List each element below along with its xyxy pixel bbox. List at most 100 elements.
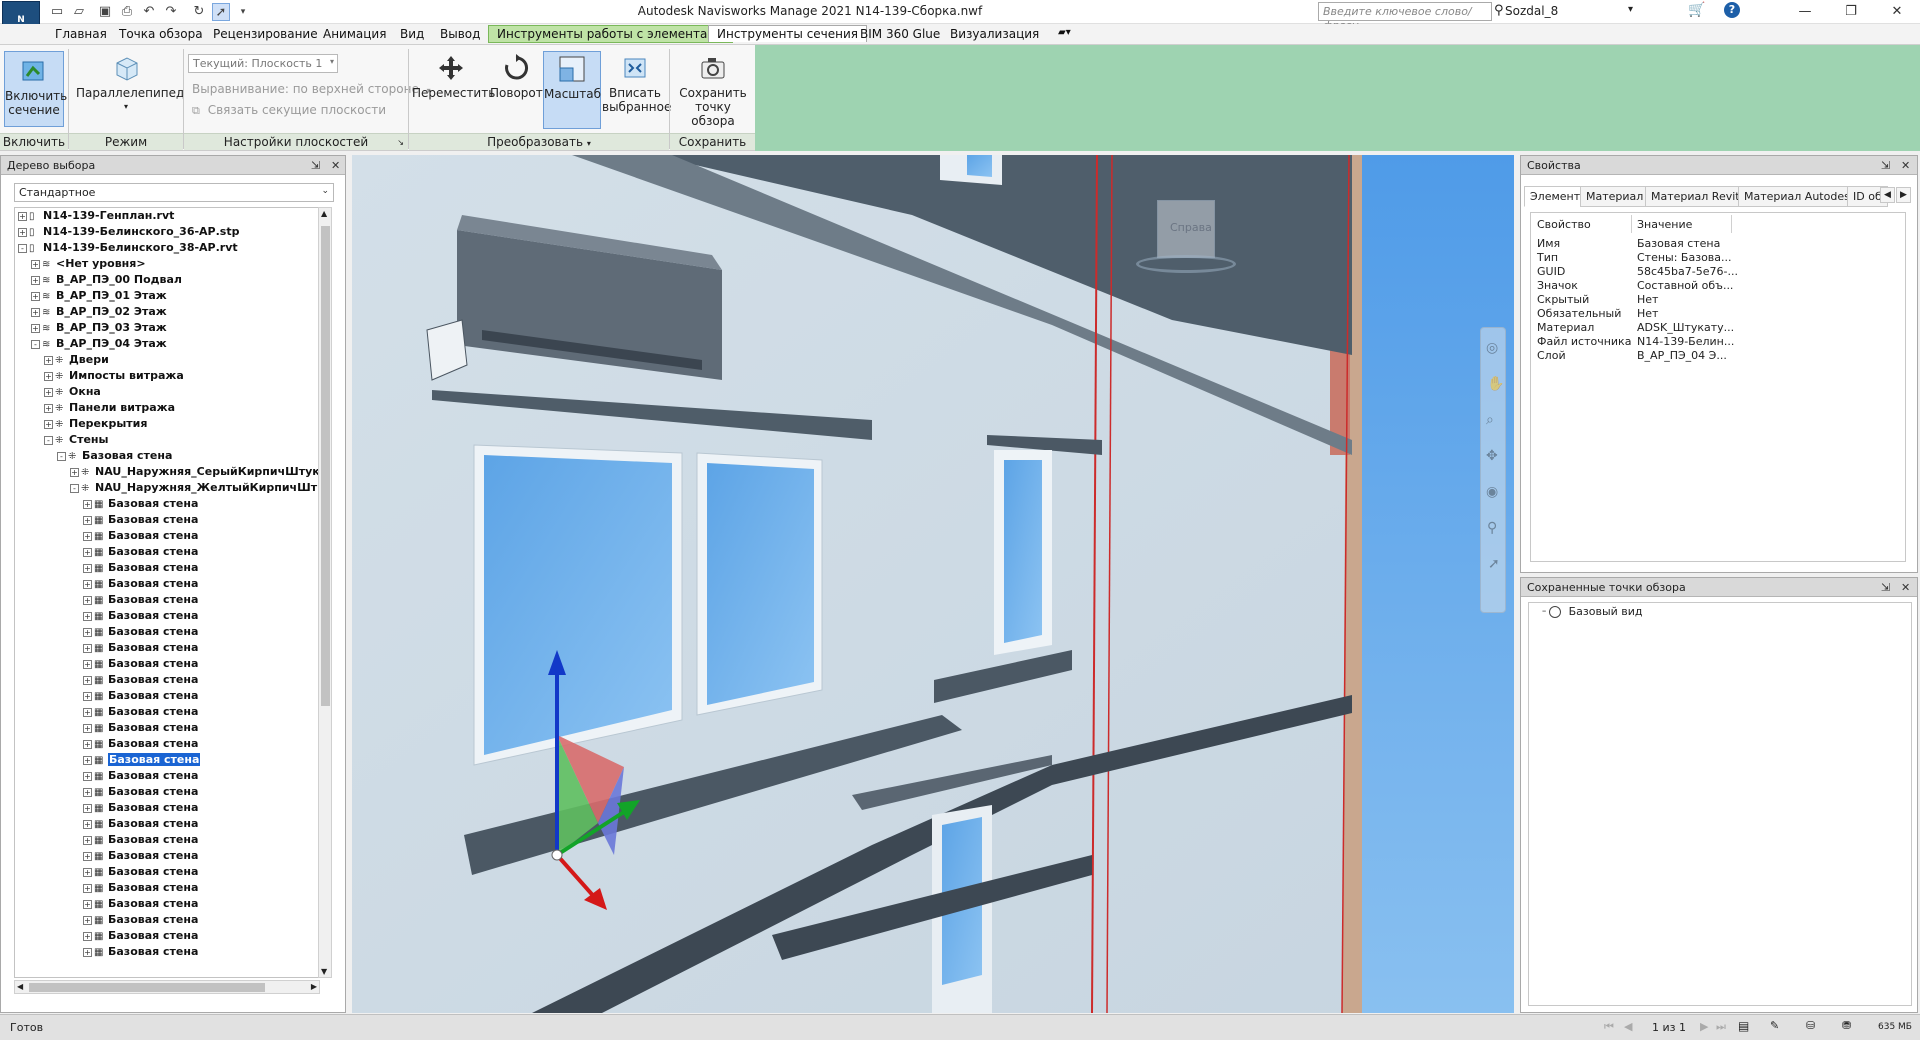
scroll-down-icon[interactable]: ▼ bbox=[321, 967, 327, 976]
cart-icon[interactable]: 🛒 bbox=[1688, 2, 1705, 18]
tree-vertical-scrollbar[interactable]: ▲ ▼ bbox=[318, 207, 332, 978]
minimize-button[interactable]: — bbox=[1782, 0, 1828, 24]
enable-section-button[interactable]: Включить сечение bbox=[4, 51, 67, 127]
expand-toggle-icon[interactable]: + bbox=[83, 787, 92, 797]
scroll-right-icon[interactable]: ▶ bbox=[311, 982, 317, 991]
pin-icon[interactable]: ⇲ bbox=[1881, 156, 1890, 175]
tree-item[interactable]: + ▦ Базовая стена bbox=[15, 928, 319, 944]
tree-item[interactable]: - ▯ N14-139-Белинского_38-АР.rvt bbox=[15, 240, 319, 256]
link-planes-button[interactable]: ⧉ Связать секущие плоскости bbox=[192, 103, 386, 118]
expand-toggle-icon[interactable]: + bbox=[83, 659, 92, 669]
scale-button[interactable]: Масштаб bbox=[543, 51, 601, 129]
collapse-toggle-icon[interactable]: - bbox=[18, 243, 27, 253]
tree-item[interactable]: + ▦ Базовая стена bbox=[15, 608, 319, 624]
3d-viewport[interactable]: Справа ◎ ✋ ⌕ ✥ ◉ ⚲ ➚ bbox=[352, 155, 1514, 1013]
expand-toggle-icon[interactable]: + bbox=[83, 851, 92, 861]
expand-toggle-icon[interactable]: + bbox=[83, 835, 92, 845]
tree-item[interactable]: - ⁜ Базовая стена bbox=[15, 448, 319, 464]
expand-toggle-icon[interactable]: + bbox=[83, 883, 92, 893]
tree-item[interactable]: + ▦ Базовая стена bbox=[15, 688, 319, 704]
video-icon[interactable]: ▰▾ bbox=[1058, 27, 1071, 38]
undo-icon[interactable]: ↶ bbox=[140, 3, 158, 21]
tree-item[interactable]: + ≋ B_АР_ПЭ_00 Подвал bbox=[15, 272, 319, 288]
tree-item[interactable]: + ▦ Базовая стена bbox=[15, 752, 319, 768]
redo-icon[interactable]: ↷ bbox=[162, 3, 180, 21]
expand-toggle-icon[interactable]: + bbox=[83, 915, 92, 925]
tree-horizontal-thumb[interactable] bbox=[29, 983, 265, 992]
tree-item[interactable]: + ▦ Базовая стена bbox=[15, 784, 319, 800]
selection-tree[interactable]: + ▯ N14-139-Генплан.rvt + ▯ N14-139-Белинског… bbox=[14, 207, 320, 978]
box-mode-button[interactable]: Параллелепипед ▾ bbox=[76, 53, 184, 127]
tree-item[interactable]: + ⁜ Панели витража bbox=[15, 400, 319, 416]
tree-item[interactable]: + ▦ Базовая стена bbox=[15, 832, 319, 848]
tree-item[interactable]: + ▦ Базовая стена bbox=[15, 896, 319, 912]
alignment-select[interactable]: Выравнивание: по верхней стороне ▾ bbox=[192, 82, 431, 96]
move-button[interactable]: Переместить bbox=[412, 53, 495, 127]
fit-selection-button[interactable]: Вписать выбранное bbox=[602, 53, 671, 127]
help-icon[interactable]: ? bbox=[1724, 2, 1740, 18]
expand-toggle-icon[interactable]: + bbox=[83, 563, 92, 573]
last-page-icon[interactable]: ⏭ bbox=[1716, 1020, 1726, 1034]
sheet-browser-icon[interactable]: ▤ bbox=[1738, 1019, 1749, 1033]
collapse-toggle-icon[interactable]: - bbox=[57, 451, 66, 461]
expand-toggle-icon[interactable]: + bbox=[83, 611, 92, 621]
tree-item[interactable]: + ▦ Базовая стена bbox=[15, 640, 319, 656]
current-plane-select[interactable]: Текущий: Плоскость 1 ▾ bbox=[188, 54, 338, 73]
window-glass-right[interactable] bbox=[707, 463, 814, 705]
collapse-toggle-icon[interactable]: - bbox=[70, 483, 79, 493]
expand-toggle-icon[interactable]: + bbox=[44, 387, 53, 397]
expand-toggle-icon[interactable]: + bbox=[83, 643, 92, 653]
expand-toggle-icon[interactable]: + bbox=[18, 227, 27, 237]
expand-toggle-icon[interactable]: + bbox=[83, 579, 92, 589]
new-file-icon[interactable]: ▭ bbox=[48, 3, 66, 21]
close-panel-icon[interactable]: ✕ bbox=[331, 156, 340, 175]
tree-item[interactable]: + ▦ Базовая стена bbox=[15, 704, 319, 720]
tab-render[interactable]: Визуализация bbox=[950, 27, 1039, 41]
window-glass-left[interactable] bbox=[484, 455, 672, 755]
tree-item[interactable]: + ▦ Базовая стена bbox=[15, 848, 319, 864]
expand-toggle-icon[interactable]: + bbox=[83, 675, 92, 685]
tree-item[interactable]: + ≋ <Нет уровня> bbox=[15, 256, 319, 272]
planes-dialog-launcher-icon[interactable]: ↘ bbox=[397, 134, 404, 151]
tree-item[interactable]: + ▦ Базовая стена bbox=[15, 912, 319, 928]
walk-icon[interactable]: ⚲ bbox=[1487, 520, 1497, 536]
tree-item[interactable]: - ≋ B_АР_ПЭ_04 Этаж bbox=[15, 336, 319, 352]
user-dropdown-icon[interactable]: ▾ bbox=[1628, 4, 1633, 15]
expand-toggle-icon[interactable]: + bbox=[83, 819, 92, 829]
scene-render[interactable] bbox=[352, 155, 1514, 1013]
expand-toggle-icon[interactable]: + bbox=[44, 403, 53, 413]
refresh-icon[interactable]: ↻ bbox=[190, 3, 208, 21]
collapse-toggle-icon[interactable]: - bbox=[44, 435, 53, 445]
tree-item[interactable]: - ⁜ Стены bbox=[15, 432, 319, 448]
save-viewpoint-button[interactable]: Сохранить точку обзора bbox=[673, 53, 753, 128]
tree-horizontal-scrollbar[interactable]: ◀ ▶ bbox=[14, 980, 320, 994]
tree-mode-select[interactable]: Стандартное ⌄ bbox=[14, 183, 334, 202]
search-binoculars-icon[interactable]: ⚲ bbox=[1494, 3, 1504, 18]
tree-item[interactable]: + ⁜ Двери bbox=[15, 352, 319, 368]
close-panel-icon[interactable]: ✕ bbox=[1901, 156, 1910, 175]
expand-toggle-icon[interactable]: + bbox=[31, 323, 40, 333]
tree-item[interactable]: + ▦ Базовая стена bbox=[15, 736, 319, 752]
tree-item[interactable]: + ▦ Базовая стена bbox=[15, 880, 319, 896]
print-icon[interactable]: ⎙ bbox=[118, 3, 136, 21]
maximize-button[interactable]: ❐ bbox=[1828, 0, 1874, 24]
tree-item[interactable]: + ▦ Базовая стена bbox=[15, 672, 319, 688]
expand-toggle-icon[interactable]: + bbox=[83, 595, 92, 605]
tree-item[interactable]: + ▦ Базовая стена bbox=[15, 720, 319, 736]
tree-item[interactable]: + ▦ Базовая стена bbox=[15, 544, 319, 560]
tree-item[interactable]: + ▦ Базовая стена bbox=[15, 496, 319, 512]
tree-item[interactable]: + ▦ Базовая стена bbox=[15, 944, 319, 960]
open-folder-icon[interactable]: ▱ bbox=[70, 3, 88, 21]
tab-animation[interactable]: Анимация bbox=[323, 27, 386, 41]
next-page-icon[interactable]: ▶ bbox=[1700, 1020, 1708, 1033]
tree-item[interactable]: + ▦ Базовая стена bbox=[15, 592, 319, 608]
expand-toggle-icon[interactable]: + bbox=[44, 419, 53, 429]
expand-toggle-icon[interactable]: + bbox=[83, 547, 92, 557]
expand-toggle-icon[interactable]: + bbox=[31, 259, 40, 269]
tree-item[interactable]: - ⁜ NAU_Наружняя_ЖелтыйКирпичШт bbox=[15, 480, 319, 496]
rotate-button[interactable]: Поворот bbox=[490, 53, 543, 127]
expand-toggle-icon[interactable]: + bbox=[83, 739, 92, 749]
expand-toggle-icon[interactable]: + bbox=[83, 947, 92, 957]
column-value[interactable]: Значение bbox=[1637, 216, 1692, 233]
expand-toggle-icon[interactable]: + bbox=[83, 755, 92, 765]
